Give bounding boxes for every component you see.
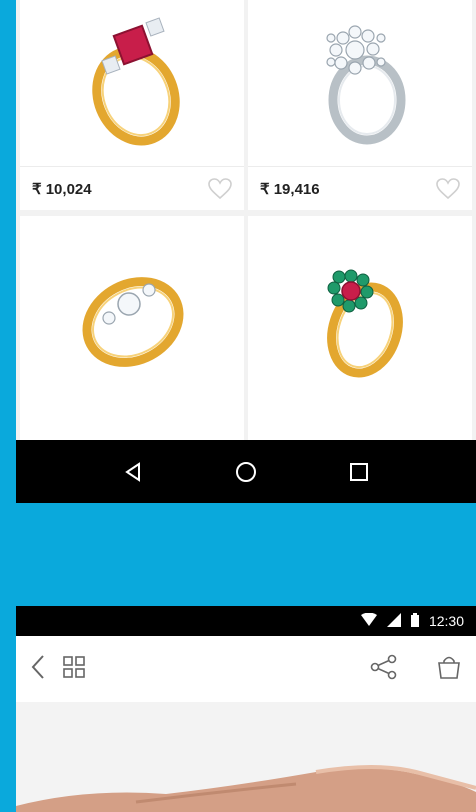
share-icon[interactable] [370, 654, 398, 685]
ruby-diamond-ring-icon [20, 0, 244, 163]
product-grid: ₹ 10,024 ₹ 19,416 [16, 0, 476, 440]
emerald-ruby-flower-ring-icon [248, 216, 472, 416]
home-icon[interactable] [231, 457, 261, 487]
app-toolbar [16, 636, 476, 702]
shopping-bag-icon[interactable] [436, 654, 462, 685]
diamond-cluster-ring-icon [248, 0, 472, 163]
product-grid-screen: ₹ 10,024 ₹ 19,416 [16, 0, 476, 503]
product-price-row: ₹ 10,024 [20, 166, 244, 210]
product-card[interactable]: ₹ 10,024 [20, 0, 244, 210]
battery-icon [410, 612, 419, 630]
hand-photo [16, 765, 476, 812]
status-bar: 12:30 [16, 606, 476, 636]
system-nav-bar [16, 440, 476, 503]
product-card[interactable] [248, 216, 472, 440]
product-price: ₹ 10,024 [32, 180, 92, 198]
grid-view-icon[interactable] [62, 655, 86, 684]
recents-icon[interactable] [344, 457, 374, 487]
signal-icon [386, 612, 401, 630]
chevron-left-icon[interactable] [30, 654, 46, 685]
product-card[interactable] [20, 216, 244, 440]
status-time: 12:30 [428, 613, 464, 629]
wifi-icon [360, 612, 377, 630]
product-card[interactable]: ₹ 19,416 [248, 0, 472, 210]
product-price: ₹ 19,416 [260, 180, 320, 198]
product-price-row: ₹ 19,416 [248, 166, 472, 210]
back-icon[interactable] [118, 457, 148, 487]
diamond-twist-ring-icon [20, 216, 244, 416]
product-hero-image [16, 702, 476, 812]
heart-icon[interactable] [436, 177, 460, 200]
heart-icon[interactable] [208, 177, 232, 200]
product-detail-screen: 12:30 [16, 606, 476, 812]
